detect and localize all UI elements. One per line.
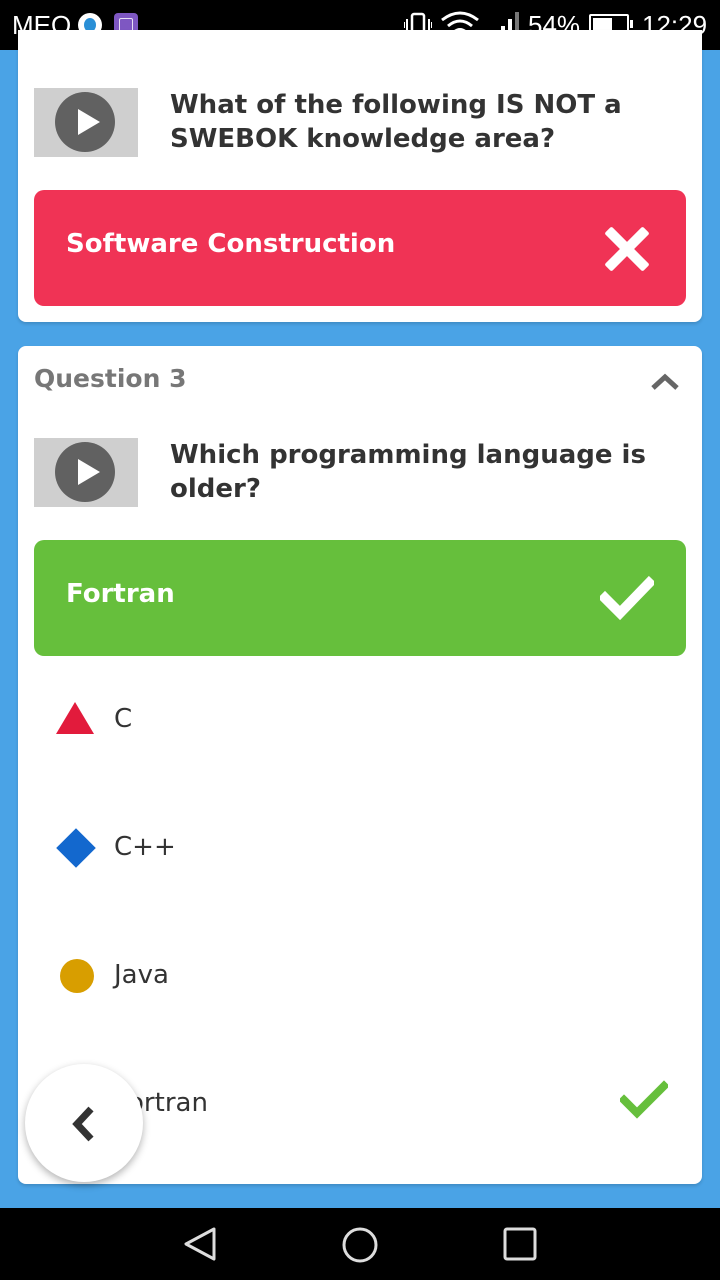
back-button[interactable] xyxy=(25,1064,143,1182)
question-3-card: Question 3 Which programming language is… xyxy=(18,346,702,1184)
option-item: C++ xyxy=(34,818,686,878)
correct-checkmark-icon xyxy=(620,1080,668,1119)
play-icon[interactable] xyxy=(55,92,115,152)
question-media-thumbnail[interactable] xyxy=(34,438,138,507)
answer-label: Fortran xyxy=(66,579,175,609)
previous-question-card: What of the following IS NOT a SWEBOK kn… xyxy=(18,30,702,322)
option-label: Java xyxy=(114,960,169,990)
answer-wrong-bar: Software Construction xyxy=(34,190,686,306)
chevron-left-icon[interactable] xyxy=(69,1104,99,1144)
checkmark-icon xyxy=(600,576,654,620)
answer-label: Software Construction xyxy=(66,229,396,259)
chevron-up-icon[interactable] xyxy=(650,372,680,392)
home-circle-icon[interactable] xyxy=(341,1226,379,1264)
diamond-icon xyxy=(56,828,96,868)
navigation-bar xyxy=(0,1208,720,1280)
answer-correct-bar: Fortran xyxy=(34,540,686,656)
question-media-thumbnail[interactable] xyxy=(34,88,138,157)
question-header: Question 3 xyxy=(34,364,187,393)
recents-square-icon[interactable] xyxy=(502,1226,538,1262)
close-icon xyxy=(604,226,650,272)
back-triangle-icon[interactable] xyxy=(182,1226,218,1262)
question-text: Which programming language is older? xyxy=(170,440,646,504)
option-label: C xyxy=(114,704,133,734)
option-item: C xyxy=(34,690,686,750)
play-icon[interactable] xyxy=(55,442,115,502)
option-item: Java xyxy=(34,946,686,1006)
question-text: What of the following IS NOT a SWEBOK kn… xyxy=(170,90,622,154)
circle-icon xyxy=(56,956,96,996)
triangle-icon xyxy=(56,700,96,740)
option-label: C++ xyxy=(114,832,176,862)
